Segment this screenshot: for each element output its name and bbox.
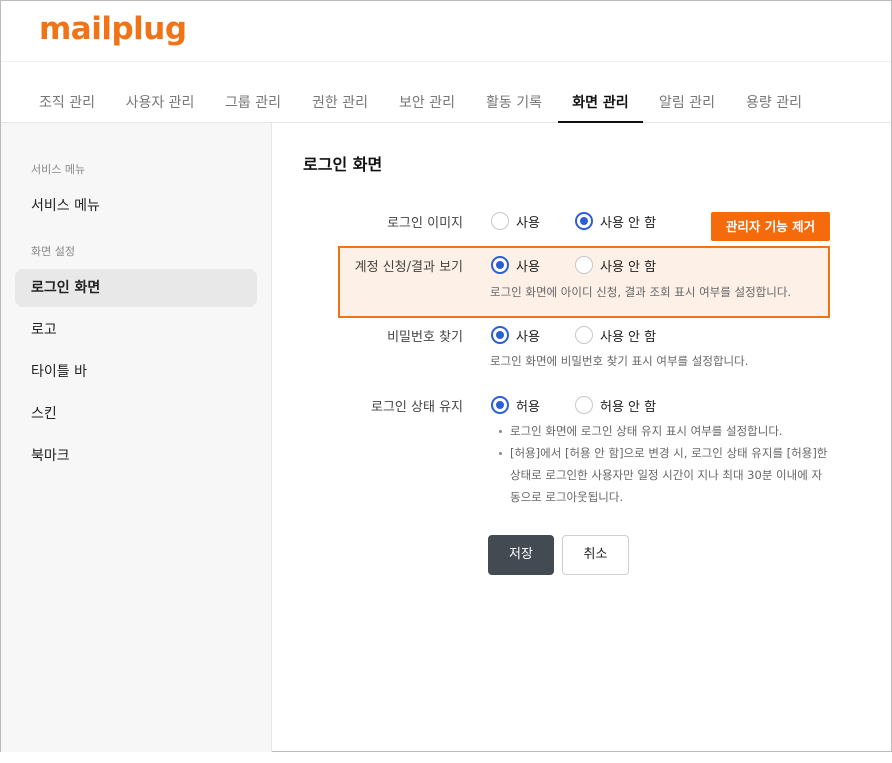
cancel-button[interactable]: 취소 (562, 535, 629, 575)
account-request-use-radio[interactable] (491, 256, 509, 274)
login-image-no-use-label[interactable]: 사용 안 함 (600, 212, 656, 231)
header: mailplug (1, 1, 891, 61)
keep-login-deny-label[interactable]: 허용 안 함 (600, 396, 656, 415)
tab-users[interactable]: 사용자 관리 (116, 92, 204, 123)
find-password-no-use-label[interactable]: 사용 안 함 (600, 326, 656, 345)
keep-login-allow-radio[interactable] (491, 396, 509, 414)
tab-org[interactable]: 조직 관리 (29, 92, 105, 123)
sidebar: 서비스 메뉴 서비스 메뉴 화면 설정 로그인 화면 로고 타이틀 바 스킨 북… (1, 123, 272, 752)
setting-label-find-password: 비밀번호 찾기 (387, 330, 463, 345)
setting-label-keep-login: 로그인 상태 유지 (371, 400, 463, 415)
tab-storage[interactable]: 용량 관리 (736, 92, 812, 123)
tab-groups[interactable]: 그룹 관리 (215, 92, 291, 123)
tab-activity-log[interactable]: 활동 기록 (476, 92, 552, 123)
tab-screen-management[interactable]: 화면 관리 (558, 92, 643, 123)
login-image-use-radio[interactable] (491, 212, 509, 230)
setting-label-login-image: 로그인 이미지 (387, 216, 463, 231)
find-password-use-label[interactable]: 사용 (516, 326, 540, 345)
setting-label-account-request: 계정 신청/결과 보기 (354, 260, 463, 275)
keep-login-allow-label[interactable]: 허용 (516, 396, 540, 415)
save-button[interactable]: 저장 (488, 535, 554, 575)
account-request-description: 로그인 화면에 아이디 신청, 결과 조회 표시 여부를 설정합니다. (490, 285, 792, 299)
account-request-no-use-label[interactable]: 사용 안 함 (600, 256, 656, 275)
sidebar-item-service-menu[interactable]: 서비스 메뉴 (15, 187, 257, 225)
tab-permissions[interactable]: 권한 관리 (302, 92, 378, 123)
keep-login-note-2-line-2: 상태로 로그인한 사용자만 일정 시간이 지나 최대 30분 이내에 자 (510, 468, 823, 482)
keep-login-note-2-line-1: [허용]에서 [허용 안 함]으로 변경 시, 로그인 상태 유지를 [허용]한 (510, 446, 828, 460)
sidebar-item-title-bar[interactable]: 타이틀 바 (15, 353, 257, 391)
tab-notifications[interactable]: 알림 관리 (649, 92, 725, 123)
sidebar-item-skin[interactable]: 스킨 (15, 395, 257, 433)
sidebar-heading-screen-settings: 화면 설정 (31, 245, 75, 258)
login-image-no-use-radio[interactable] (575, 212, 593, 230)
sidebar-item-logo[interactable]: 로고 (15, 311, 257, 349)
tab-security[interactable]: 보안 관리 (389, 92, 465, 123)
find-password-no-use-radio[interactable] (575, 326, 593, 344)
find-password-description: 로그인 화면에 비밀번호 찾기 표시 여부를 설정합니다. (490, 354, 749, 368)
page-title: 로그인 화면 (303, 155, 383, 174)
account-request-use-label[interactable]: 사용 (516, 256, 540, 275)
sidebar-heading-service-menu: 서비스 메뉴 (31, 163, 86, 176)
admin-window: mailplug 조직 관리 사용자 관리 그룹 관리 권한 관리 보안 관리 … (0, 0, 892, 752)
keep-login-note-1: 로그인 화면에 로그인 상태 유지 표시 여부를 설정합니다. (510, 424, 783, 438)
keep-login-note-2-line-3: 동으로 로그아웃됩니다. (510, 490, 624, 504)
bullet-dot (499, 452, 502, 455)
sidebar-item-login-screen[interactable]: 로그인 화면 (15, 269, 257, 307)
login-image-use-label[interactable]: 사용 (516, 212, 540, 231)
keep-login-deny-radio[interactable] (575, 396, 593, 414)
removed-feature-badge: 관리자 기능 제거 (711, 212, 830, 241)
mailplug-logo[interactable]: mailplug (39, 11, 187, 47)
find-password-use-radio[interactable] (491, 326, 509, 344)
bullet-dot (499, 430, 502, 433)
top-nav-tabs: 조직 관리 사용자 관리 그룹 관리 권한 관리 보안 관리 활동 기록 화면 … (1, 61, 891, 123)
account-request-no-use-radio[interactable] (575, 256, 593, 274)
sidebar-item-bookmark[interactable]: 북마크 (15, 437, 257, 475)
